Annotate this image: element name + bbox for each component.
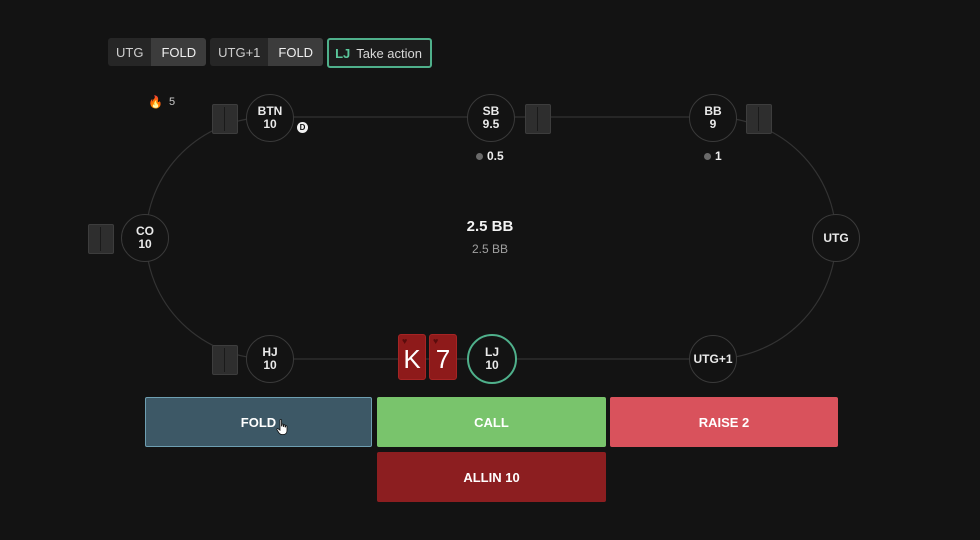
seat-name: UTG+1	[693, 351, 733, 366]
pot-display: 2.5 BB 2.5 BB	[440, 218, 540, 256]
allin-button[interactable]: ALLIN 10	[377, 452, 606, 502]
bet-amount: 0.5	[487, 149, 504, 163]
seat-bb: BB 9	[689, 94, 737, 142]
hero-card-1: ♥ K	[398, 334, 426, 380]
bet-amount: 1	[715, 149, 722, 163]
chip-icon	[476, 152, 483, 160]
seat-stack: 9.5	[482, 117, 500, 131]
seat-lj-hero: LJ 10	[467, 334, 517, 384]
seat-stack: 10	[263, 117, 277, 131]
dealer-button-icon: D	[297, 122, 308, 133]
hand-cursor-icon	[276, 419, 288, 435]
seat-stack: 10	[138, 237, 152, 251]
heart-suit-icon: ♥	[433, 336, 439, 346]
card-rank: 7	[435, 344, 451, 374]
hero-card-2: ♥ 7	[429, 334, 457, 380]
pot-total: 2.5 BB	[466, 218, 514, 235]
heart-suit-icon: ♥	[402, 336, 408, 346]
call-button[interactable]: CALL	[377, 397, 606, 447]
seat-stack: 9	[709, 117, 717, 131]
card-back-btn	[212, 104, 238, 134]
bet-bb: 1	[704, 149, 722, 163]
seat-sb: SB 9.5	[467, 94, 515, 142]
seat-btn: BTN 10	[246, 94, 294, 142]
card-rank: K	[403, 344, 421, 374]
fold-button[interactable]: FOLD	[145, 397, 372, 447]
bet-sb: 0.5	[476, 149, 504, 163]
seat-name: UTG	[823, 230, 849, 245]
seat-utg1: UTG+1	[689, 335, 737, 383]
seat-stack: 10	[485, 358, 499, 372]
card-back-sb	[525, 104, 551, 134]
pot-subtotal: 2.5 BB	[471, 242, 509, 256]
seat-utg: UTG	[812, 214, 860, 262]
seat-hj: HJ 10	[246, 335, 294, 383]
seat-stack: 10	[263, 358, 277, 372]
seat-co: CO 10	[121, 214, 169, 262]
chip-icon	[704, 152, 711, 160]
raise-button[interactable]: RAISE 2	[610, 397, 838, 447]
card-back-bb	[746, 104, 772, 134]
card-back-co	[88, 224, 114, 254]
card-back-hj	[212, 345, 238, 375]
